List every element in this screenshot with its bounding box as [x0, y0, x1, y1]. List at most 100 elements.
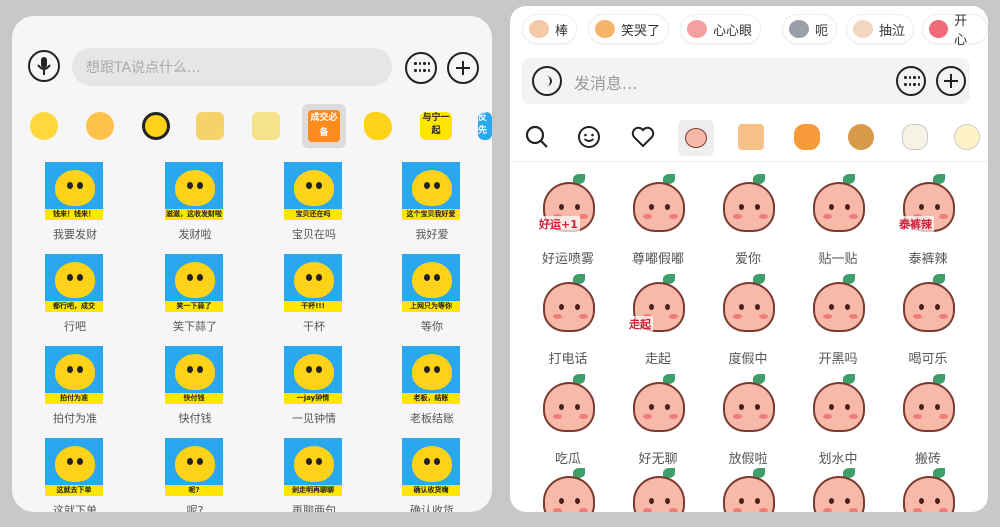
sticker-item[interactable]: 上网只为等你 等你 — [402, 254, 462, 334]
heart-icon[interactable] — [630, 124, 656, 150]
sticker-image: 确认收货嗨 — [402, 438, 460, 496]
left-chat-panel: 想跟TA说点什么... 成交必备 与宁一起 反先 钱来！钱来！ 我要发财 滋滋，这收… — [12, 16, 492, 512]
peach-sticker-image — [803, 172, 873, 242]
sticker-label: 一见钟情 — [292, 412, 336, 425]
sticker-item[interactable]: 喝可乐 — [888, 272, 968, 367]
sticker-image: 宝贝还在吗 — [284, 162, 342, 220]
emotion-face-icon — [853, 20, 873, 38]
sticker-item[interactable]: 剁走明再聊聊 再聊两句 — [284, 438, 344, 512]
sticker-item[interactable]: 这就去下单 这就下单 — [45, 438, 105, 512]
peach-sticker-image — [533, 272, 603, 342]
emotion-chip[interactable]: 心心眼 — [680, 14, 762, 44]
peach-sticker-image — [623, 466, 693, 512]
sticker-item[interactable]: 尊嘟假嘟 — [618, 172, 698, 267]
sticker-item[interactable]: 打电话 — [528, 272, 608, 367]
sticker-item[interactable]: 放假啦 — [708, 372, 788, 467]
sticker-item[interactable]: +1 — [888, 466, 968, 512]
emoji-tab-love-icon[interactable] — [86, 112, 114, 140]
sticker-item[interactable]: 拍付为准 拍付为准 — [45, 346, 105, 426]
sticker-label: 老板结账 — [410, 412, 454, 425]
sticker-item[interactable]: 笑一下蒜了 笑下蒜了 — [165, 254, 225, 334]
sticker-item[interactable]: 呢? 呢? — [165, 438, 225, 512]
sticker-label: 快付钱 — [178, 412, 212, 425]
sticker-tab-white-cat[interactable] — [902, 124, 928, 150]
sticker-item[interactable]: 划水中 — [798, 372, 878, 467]
sticker-tab-girl[interactable] — [196, 112, 224, 140]
peach-sticker-image — [893, 272, 963, 342]
sticker-item[interactable]: 好无聊 — [618, 372, 698, 467]
sticker-caption: 上网只为等你 — [402, 301, 460, 312]
sticker-item[interactable]: 度假中 — [708, 272, 788, 367]
emotion-chip[interactable]: 棒 — [522, 14, 578, 44]
sticker-item[interactable] — [618, 466, 698, 512]
sticker-item[interactable]: 一jay钟情 一见钟情 — [284, 346, 344, 426]
sticker-tab-egg[interactable] — [954, 124, 980, 150]
keyboard-icon[interactable] — [896, 66, 926, 96]
emotion-chip[interactable]: 笑哭了 — [588, 14, 670, 44]
sticker-tab-peach[interactable] — [678, 120, 714, 156]
sticker-label: 我好爱 — [415, 228, 449, 241]
sticker-item[interactable] — [528, 466, 608, 512]
emoji-tab-smile-icon[interactable] — [30, 112, 58, 140]
tab-badge-together[interactable]: 与宁一起 — [420, 112, 452, 140]
sticker-label: 等你 — [421, 320, 443, 333]
sticker-item[interactable]: 好运+1 好运喷雾 — [528, 172, 608, 267]
sticker-item[interactable]: 吃瓜 — [528, 372, 608, 467]
sticker-caption: 快付钱 — [165, 393, 223, 404]
sticker-caption: 干杯!!! — [284, 301, 342, 312]
sticker-item[interactable]: 这个宝贝我好爱 我好爱 — [402, 162, 462, 242]
sticker-item[interactable]: 都行吧，成交 行吧 — [45, 254, 105, 334]
sticker-tab-cat[interactable] — [738, 124, 764, 150]
message-input[interactable]: 想跟TA说点什么... — [72, 48, 392, 86]
sticker-tab-dog[interactable] — [848, 124, 874, 150]
sticker-item[interactable]: 开黑吗 — [798, 272, 878, 367]
sticker-item[interactable]: 搬砖 — [888, 372, 968, 467]
sticker-item[interactable]: 滋滋，这收发财啦 发财啦 — [165, 162, 225, 242]
sticker-image: 这就去下单 — [45, 438, 103, 496]
sticker-item[interactable]: 走起 走起 — [618, 272, 698, 367]
peach-sticker-image — [803, 272, 873, 342]
sticker-tab-chick[interactable] — [364, 112, 392, 140]
sticker-item[interactable]: 贴一贴 — [798, 172, 878, 267]
emotion-chip[interactable]: 呃 — [782, 14, 838, 44]
search-icon[interactable] — [524, 124, 550, 150]
sticker-tab-deal[interactable]: 成交必备 — [302, 104, 346, 148]
sticker-item[interactable]: 老板，结账 老板结账 — [402, 346, 462, 426]
emotion-face-icon — [789, 20, 809, 38]
sticker-label: 拍付为准 — [53, 412, 97, 425]
sticker-label: 搬砖 — [914, 452, 941, 467]
emotion-chip-label: 开心 — [954, 14, 968, 48]
peach-sticker-image — [713, 172, 783, 242]
plus-icon[interactable] — [447, 52, 479, 84]
mic-icon[interactable] — [28, 50, 60, 82]
sticker-item[interactable]: 宝贝还在吗 宝贝在吗 — [284, 162, 344, 242]
tab-badge-partial[interactable]: 反先 — [478, 112, 492, 140]
emotion-chip[interactable]: 抽泣 — [846, 14, 915, 44]
sticker-caption: 这就去下单 — [45, 485, 103, 496]
keyboard-icon[interactable] — [405, 52, 437, 84]
sticker-tab-hood[interactable] — [794, 124, 820, 150]
input-bar: 发消息... — [522, 58, 970, 104]
plus-icon[interactable] — [936, 66, 966, 96]
message-input[interactable]: 发消息... — [574, 70, 637, 94]
emotion-face-icon — [529, 20, 549, 38]
sticker-label: 贴一贴 — [818, 252, 858, 267]
recent-clock-icon[interactable] — [142, 112, 170, 140]
peach-sticker-image — [623, 172, 693, 242]
sticker-label: 再聊两句 — [292, 504, 336, 512]
sticker-label: 好运喷雾 — [541, 252, 594, 267]
right-chat-panel: 棒 笑哭了 心心眼 呃 抽泣 开心 发消息... 好运+1 好运喷雾 尊嘟假嘟 爱你 贴一贴 泰裤辣… — [510, 6, 988, 512]
voice-icon[interactable] — [532, 66, 562, 96]
sticker-item[interactable] — [708, 466, 788, 512]
sticker-item[interactable]: 干杯!!! 干杯 — [284, 254, 344, 334]
smile-icon[interactable] — [576, 124, 602, 150]
sticker-item[interactable]: 泰裤辣 泰裤辣 — [888, 172, 968, 267]
sticker-item[interactable]: 爱你 — [708, 172, 788, 267]
sticker-item[interactable]: 钱来！钱来！ 我要发财 — [45, 162, 105, 242]
emotion-chip[interactable]: 开心 — [922, 14, 988, 48]
sticker-item[interactable]: 快付钱 快付钱 — [165, 346, 225, 426]
sticker-item[interactable] — [798, 466, 878, 512]
sticker-caption: 都行吧，成交 — [45, 301, 103, 312]
sticker-item[interactable]: 确认收货嗨 确认收货 — [402, 438, 462, 512]
sticker-tab-boy[interactable] — [252, 112, 280, 140]
